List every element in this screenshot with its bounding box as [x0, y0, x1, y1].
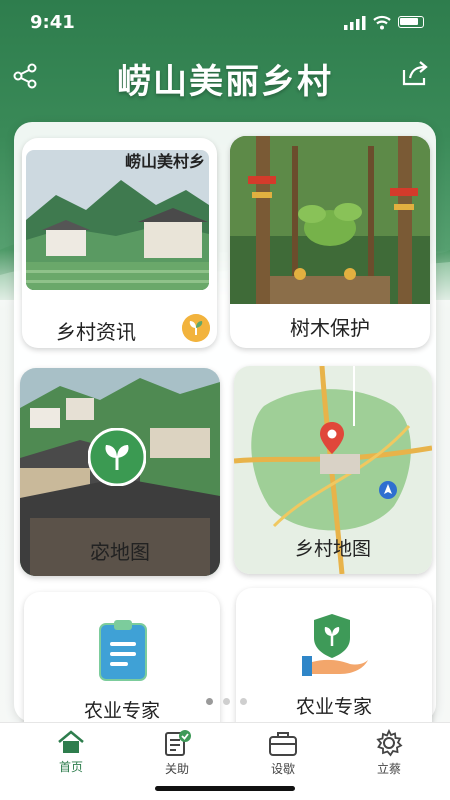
page-dot-1[interactable] — [206, 698, 213, 705]
card-label-homestead-map: 宓地图 — [90, 540, 150, 564]
export-icon[interactable] — [400, 58, 430, 88]
status-time: 9:41 — [30, 12, 75, 33]
leaf-map-pin-icon — [88, 428, 146, 486]
wifi-icon — [373, 15, 391, 30]
home-icon — [58, 730, 84, 753]
shield-hand-icon — [302, 614, 368, 676]
location-arrow-icon — [379, 481, 397, 499]
tab-label-profile: 立蔡 — [376, 762, 401, 776]
scene-caption: 崂山美村乡 — [124, 152, 205, 171]
card-agri-expert-1[interactable]: 农业专家 — [24, 592, 220, 742]
card-village-news[interactable]: 崂山美村乡 乡村资讯 — [22, 138, 217, 348]
clipboard-check-icon — [165, 730, 191, 756]
status-bar: 9:41 — [0, 0, 450, 44]
tab-settings-work[interactable]: 设歇 — [248, 729, 318, 777]
home-indicator — [155, 786, 295, 791]
card-village-map[interactable]: 乡村地图 — [234, 366, 432, 574]
document-icon — [99, 620, 147, 681]
page-dot-3[interactable] — [240, 698, 247, 705]
battery-icon — [398, 16, 424, 28]
tab-assist[interactable]: 关助 — [142, 729, 212, 777]
gear-icon — [376, 729, 403, 757]
map-pin-icon — [320, 422, 344, 454]
tab-label-work: 设歇 — [270, 762, 295, 776]
tab-label-home: 首页 — [58, 760, 83, 774]
signal-icon — [344, 16, 366, 30]
card-homestead-map[interactable]: 宓地图 — [20, 368, 220, 576]
card-label-expert-1: 农业专家 — [83, 700, 160, 722]
pagination-dots[interactable] — [206, 690, 257, 709]
tab-label-assist: 关助 — [164, 762, 189, 776]
tab-home[interactable]: 首页 — [36, 729, 106, 775]
card-label-village-map: 乡村地图 — [294, 538, 371, 560]
page-title: 崂山美丽乡村 — [117, 62, 333, 102]
card-agri-expert-2[interactable]: 农业专家 — [236, 588, 432, 738]
briefcase-icon — [269, 732, 297, 756]
card-label-expert-2: 农业专家 — [295, 696, 372, 718]
sprout-badge-icon — [182, 314, 210, 342]
card-tree-protection[interactable]: 树木保护 — [230, 136, 430, 348]
tree-protection-image — [230, 136, 430, 304]
page-dot-2[interactable] — [223, 698, 230, 705]
tab-profile[interactable]: 立蔡 — [354, 729, 424, 777]
card-label-tree-protection: 树木保护 — [290, 316, 370, 340]
